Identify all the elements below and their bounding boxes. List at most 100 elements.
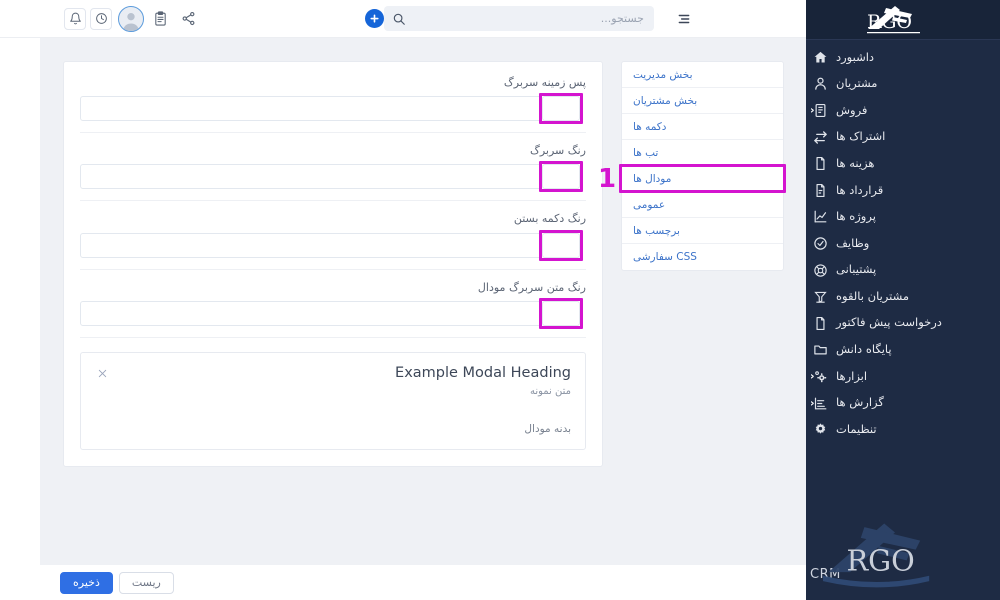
color-swatch[interactable] [542, 164, 580, 189]
sidebar-item-knowledge-base[interactable]: پایگاه دانش [806, 337, 1000, 364]
close-icon[interactable] [95, 367, 109, 381]
sidebar-item-subscriptions[interactable]: اشتراک ها [806, 124, 1000, 151]
chart-icon [812, 209, 828, 225]
lifebuoy-icon [812, 262, 828, 278]
plus-icon [368, 12, 381, 25]
file-icon [812, 156, 828, 172]
sidebar-item-label: درخواست پیش فاکتور [836, 317, 942, 329]
settings-subnav: بخش مدیریت بخش مشتریان دکمه ها تب ها مود… [621, 61, 784, 271]
sidebar-item-reports[interactable]: ‹ گزارش ها [806, 390, 1000, 417]
page-content: پس زمینه سربرگ رنگ سربرگ [40, 38, 806, 565]
color-value-input[interactable] [80, 96, 542, 121]
subnav-item-modals[interactable]: مودال ها 1 [622, 166, 783, 192]
sidebar-item-leads[interactable]: مشتریان بالقوه [806, 283, 1000, 310]
chevron-left-icon: ‹ [810, 371, 815, 382]
person-icon [812, 76, 828, 92]
close-icon-glyph [97, 368, 108, 379]
modal-preview: Example Modal Heading متن نمونه بدنه مود… [80, 352, 586, 450]
sidebar-item-customers[interactable]: مشتریان [806, 71, 1000, 98]
sidebar-item-label: داشبورد [836, 52, 874, 64]
sidebar-item-label: پشتیبانی [836, 264, 876, 276]
sidebar-item-label: اشتراک ها [836, 131, 885, 143]
menu-toggle-icon[interactable] [674, 9, 694, 29]
avatar[interactable] [118, 6, 144, 32]
hamburger-icon-glyph [677, 12, 691, 26]
color-swatch-wrapper [542, 233, 580, 258]
clipboard-icon[interactable] [148, 7, 172, 31]
color-swatch-wrapper [542, 301, 580, 326]
add-button[interactable] [365, 9, 384, 28]
check-circle-icon [812, 235, 828, 251]
clock-icon[interactable] [90, 8, 112, 30]
contract-icon [812, 182, 828, 198]
modal-settings-card: پس زمینه سربرگ رنگ سربرگ [63, 61, 603, 467]
subnav-item-general[interactable]: عمومی [622, 192, 783, 218]
subnav-item-admin-area[interactable]: بخش مدیریت [622, 62, 783, 88]
sidebar-item-label: هزینه ها [836, 158, 874, 170]
sidebar-item-support[interactable]: پشتیبانی [806, 257, 1000, 284]
bell-icon[interactable] [64, 8, 86, 30]
subnav-item-buttons[interactable]: دکمه ها [622, 114, 783, 140]
sync-icon [812, 129, 828, 145]
field-close-button-color: رنگ دکمه بستن [80, 212, 586, 269]
color-value-input[interactable] [80, 233, 542, 258]
modal-preview-subtitle: متن نمونه [109, 386, 571, 397]
sidebar-item-label: مشتریان بالقوه [836, 291, 909, 303]
color-value-input[interactable] [80, 164, 542, 189]
sidebar-item-contracts[interactable]: قرارداد ها [806, 177, 1000, 204]
subnav-item-custom-css[interactable]: CSS سفارشی [622, 244, 783, 270]
sidebar-item-settings[interactable]: تنظیمات [806, 416, 1000, 443]
clipboard-icon-glyph [153, 11, 168, 26]
field-label: رنگ سربرگ [80, 144, 586, 157]
sidebar-item-tasks[interactable]: وظایف [806, 230, 1000, 257]
sidebar-item-proforma-request[interactable]: درخواست پیش فاکتور [806, 310, 1000, 337]
save-button[interactable]: ذخیره [60, 572, 113, 594]
svg-text:RGO: RGO [847, 543, 915, 577]
svg-text:RGO: RGO [867, 11, 912, 33]
bell-icon-glyph [69, 12, 82, 25]
clock-icon-glyph [95, 12, 108, 25]
color-swatch[interactable] [542, 301, 580, 326]
reset-button[interactable]: ریست [119, 572, 174, 594]
color-swatch[interactable] [542, 96, 580, 121]
subnav-item-customer-area[interactable]: بخش مشتریان [622, 88, 783, 114]
subnav-item-tabs[interactable]: تب ها [622, 140, 783, 166]
color-swatch[interactable] [542, 233, 580, 258]
brand-logo[interactable]: RGO [806, 0, 1000, 40]
form-actions: ذخیره ریست [0, 565, 806, 600]
sidebar-item-dashboard[interactable]: داشبورد [806, 44, 1000, 71]
field-header-background: پس زمینه سربرگ [80, 76, 586, 133]
subnav-item-label: بخش مدیریت [633, 69, 693, 81]
sidebar-item-label: ابزارها [836, 371, 867, 383]
modal-preview-body: بدنه مودال [95, 423, 571, 435]
sidebar-item-label: پایگاه دانش [836, 344, 892, 356]
folder-icon [812, 342, 828, 358]
gear-icon [812, 422, 828, 438]
color-value-input[interactable] [80, 301, 542, 326]
subnav-item-label: عمومی [633, 199, 665, 211]
avatar-glyph [120, 9, 142, 31]
field-label: رنگ دکمه بستن [80, 212, 586, 225]
sidebar-item-tools[interactable]: ‹ ابزارها [806, 363, 1000, 390]
home-icon [812, 49, 828, 65]
chevron-left-icon: ‹ [810, 398, 815, 409]
sidebar-item-expenses[interactable]: هزینه ها [806, 150, 1000, 177]
sidebar-item-projects[interactable]: پروژه ها [806, 204, 1000, 231]
search-box[interactable] [384, 6, 654, 31]
subnav-item-labels[interactable]: برچسب ها [622, 218, 783, 244]
sidebar-item-label: تنظیمات [836, 424, 877, 436]
modal-preview-title: Example Modal Heading [109, 365, 571, 382]
share-icon[interactable] [176, 7, 200, 31]
field-label: رنگ متن سربرگ مودال [80, 281, 586, 294]
sidebar-item-label: فروش [836, 105, 867, 117]
search-input[interactable] [406, 12, 644, 25]
subnav-item-label: مودال ها [633, 173, 671, 185]
share-icon-glyph [181, 11, 196, 26]
argo-logo-icon: RGO [864, 3, 994, 37]
argo-watermark-logo: RGO [814, 516, 994, 594]
funnel-icon [812, 289, 828, 305]
subnav-item-label: CSS سفارشی [633, 251, 697, 263]
chevron-left-icon: ‹ [810, 105, 815, 116]
sidebar-item-sales[interactable]: ‹ فروش [806, 97, 1000, 124]
left-gutter [0, 38, 40, 600]
